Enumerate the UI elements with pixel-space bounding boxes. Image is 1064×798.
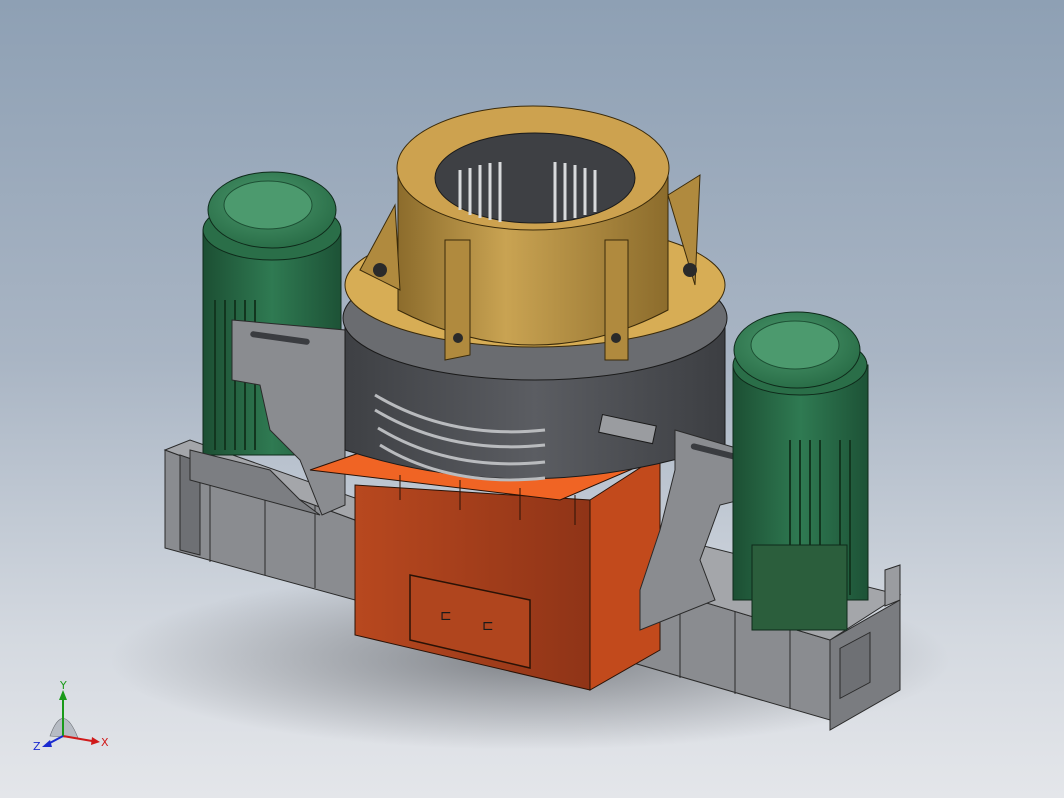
right-motor[interactable]	[732, 311, 869, 631]
coordinate-triad: X Y Z	[33, 679, 109, 753]
svg-text:⊏: ⊏	[482, 618, 494, 634]
vertical-shaft-impact-crusher-model[interactable]: ⊏ ⊏	[0, 0, 1064, 798]
z-axis-arrow-icon	[42, 740, 52, 747]
z-axis-label: Z	[33, 740, 41, 753]
x-axis-label: X	[101, 736, 109, 749]
x-axis-arrow-icon	[91, 737, 100, 745]
svg-text:⊏: ⊏	[440, 608, 452, 624]
feed-hopper-cover[interactable]	[344, 105, 726, 361]
cad-graphics-area[interactable]: ⊏ ⊏ X Y Z	[0, 0, 1064, 798]
terminal-box[interactable]	[751, 544, 848, 631]
y-axis-label: Y	[59, 679, 67, 692]
